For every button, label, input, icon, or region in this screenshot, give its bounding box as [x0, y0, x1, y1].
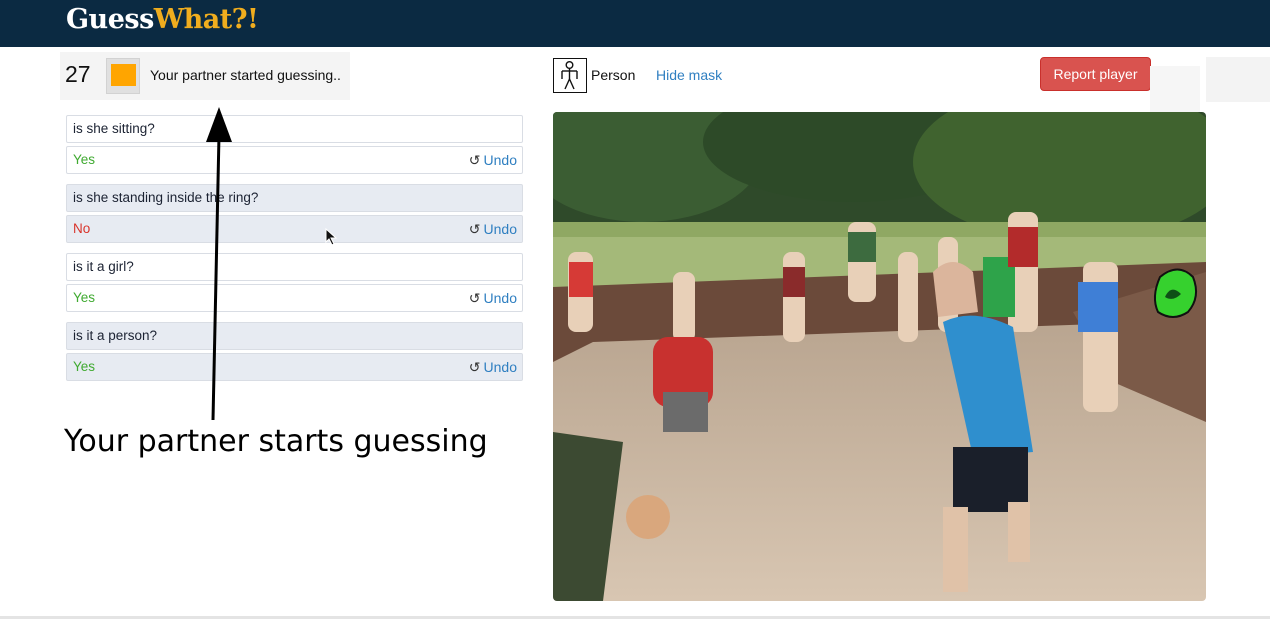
app-logo[interactable]: GuessWhat?!: [66, 4, 259, 35]
answer-row: Yes ↺ Undo: [66, 353, 523, 381]
question-text: is it a girl?: [73, 259, 134, 274]
undo-button[interactable]: ↺ Undo: [469, 285, 517, 311]
report-player-button[interactable]: Report player: [1040, 57, 1151, 91]
undo-icon: ↺: [468, 290, 481, 306]
person-category-icon: [553, 58, 587, 93]
answer-row: No ↺ Undo: [66, 215, 523, 243]
question-row: is she sitting?: [66, 115, 523, 143]
answer-text: Yes: [73, 152, 96, 167]
mouse-cursor-icon: [325, 228, 338, 246]
answer-text: No: [73, 221, 91, 236]
answer-text: Yes: [73, 359, 96, 374]
undo-button[interactable]: ↺ Undo: [469, 147, 517, 173]
status-message: Your partner started guessing..: [150, 67, 341, 83]
undo-icon: ↺: [468, 221, 481, 237]
player-color-swatch: [106, 58, 140, 94]
question-row: is it a person?: [66, 322, 523, 350]
top-navbar: GuessWhat?!: [0, 0, 1270, 47]
undo-icon: ↺: [468, 359, 481, 375]
question-text: is it a person?: [73, 328, 158, 343]
answer-text: Yes: [73, 290, 96, 305]
player-color-fill: [111, 64, 136, 86]
background-panel: [1206, 57, 1270, 102]
annotation-caption: Your partner starts guessing: [64, 424, 488, 459]
undo-button[interactable]: ↺ Undo: [469, 354, 517, 380]
countdown-timer: 27: [65, 61, 91, 87]
answer-row: Yes ↺ Undo: [66, 146, 523, 174]
game-image[interactable]: [553, 112, 1206, 601]
undo-button[interactable]: ↺ Undo: [469, 216, 517, 242]
question-text: is she standing inside the ring?: [73, 190, 259, 205]
answer-row: Yes ↺ Undo: [66, 284, 523, 312]
object-category-label: Person: [591, 67, 636, 83]
undo-icon: ↺: [468, 152, 481, 168]
question-row: is she standing inside the ring?: [66, 184, 523, 212]
hide-mask-link[interactable]: Hide mask: [656, 67, 722, 83]
background-panel: [1150, 66, 1200, 112]
question-text: is she sitting?: [73, 121, 155, 136]
question-row: is it a girl?: [66, 253, 523, 281]
